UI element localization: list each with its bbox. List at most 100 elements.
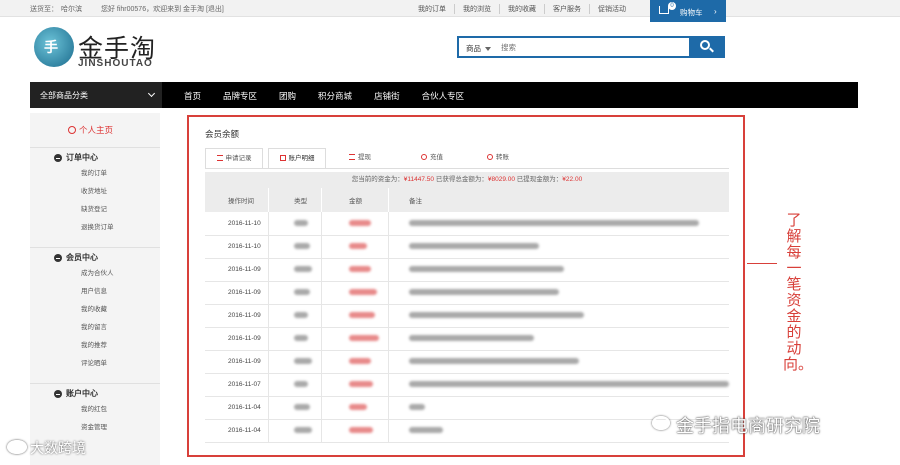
cell-time: 2016-11-09 — [205, 350, 270, 374]
table-row: 2016-11-09 — [205, 258, 729, 282]
minus-circle-icon — [54, 154, 62, 162]
list-icon — [216, 155, 223, 161]
tab-withdraw[interactable]: 提现 — [331, 148, 389, 168]
cell-time: 2016-11-09 — [205, 304, 270, 328]
cell-amount-redacted — [321, 258, 389, 282]
user-icon — [68, 126, 76, 134]
cell-amount-redacted — [321, 327, 389, 351]
tab-account-details[interactable]: 账户明细 — [268, 148, 326, 168]
balance-summary: 您当前的资金为：¥11447.50 已获得总金额为：¥8029.00 已提现金额… — [205, 172, 729, 188]
nav-item-brands[interactable]: 品牌专区 — [223, 90, 257, 102]
table-row: 2016-11-10 — [205, 235, 729, 259]
cell-type-redacted — [268, 212, 323, 236]
cell-type-redacted — [268, 373, 323, 397]
location-selector[interactable]: 哈尔滨 — [61, 6, 82, 13]
sidebar-item-become-partner[interactable]: 成为合伙人 — [30, 265, 160, 283]
coin-icon — [421, 154, 427, 160]
cell-time: 2016-11-04 — [205, 396, 270, 420]
sidebar-section-title: 账户中心 — [66, 389, 98, 398]
sidebar-item-referrals[interactable]: 我的推荐 — [30, 337, 160, 355]
sidebar-section-title: 订单中心 — [66, 153, 98, 162]
sidebar-item-reviews[interactable]: 评论晒单 — [30, 355, 160, 373]
cell-note-redacted — [388, 304, 729, 328]
sidebar-item-user-info[interactable]: 用户信息 — [30, 283, 160, 301]
table-row: 2016-11-04 — [205, 419, 729, 443]
caret-down-icon — [485, 47, 491, 52]
search-button[interactable] — [689, 36, 725, 58]
current-balance: ¥11447.50 — [403, 176, 435, 183]
nav-item-home[interactable]: 首页 — [184, 90, 201, 102]
column-header-note: 备注 — [388, 188, 729, 212]
withdrawn-amount: ¥22.00 — [562, 176, 583, 183]
list-icon — [349, 154, 355, 160]
cell-time: 2016-11-10 — [205, 212, 270, 236]
top-link-history[interactable]: 我的浏览 — [463, 4, 500, 14]
cell-time: 2016-11-04 — [205, 419, 270, 443]
chevron-down-icon — [147, 89, 156, 98]
table-row: 2016-11-09 — [205, 281, 729, 305]
table-row: 2016-11-10 — [205, 212, 729, 236]
tab-recharge[interactable]: 充值 — [394, 148, 470, 168]
cell-type-redacted — [268, 258, 323, 282]
sidebar-item-red-packets[interactable]: 我的红包 — [30, 401, 160, 419]
sidebar-item-stockout[interactable]: 缺货登记 — [30, 201, 160, 219]
cell-amount-redacted — [321, 304, 389, 328]
cell-amount-redacted — [321, 281, 389, 305]
sidebar-item-addresses[interactable]: 收货地址 — [30, 183, 160, 201]
top-link-service[interactable]: 客户服务 — [553, 4, 590, 14]
table-row: 2016-11-09 — [205, 304, 729, 328]
top-link-promotions[interactable]: 促销活动 — [598, 4, 634, 14]
nav-item-shop-street[interactable]: 店铺街 — [374, 90, 400, 102]
cell-time: 2016-11-09 — [205, 258, 270, 282]
sidebar-home-link[interactable]: 个人主页 — [68, 124, 113, 136]
cell-type-redacted — [268, 281, 323, 305]
cell-time: 2016-11-07 — [205, 373, 270, 397]
tab-transfer[interactable]: 转账 — [460, 148, 536, 168]
cell-time: 2016-11-09 — [205, 281, 270, 305]
cell-note-redacted — [388, 373, 729, 397]
cell-type-redacted — [268, 327, 323, 351]
account-details-table: 操作时间 类型 金额 备注 2016-11-10 2016-11-10 2016-1… — [205, 188, 729, 443]
greeting-text[interactable]: 您好 fihr00576，欢迎来到 金手淘 [退出] — [101, 6, 224, 13]
member-balance-panel: 会员余额 申请记录 账户明细 提现 充值 转账 您当前的资金为：¥11447.5… — [187, 115, 745, 457]
search-category-select[interactable]: 商品 — [466, 43, 491, 54]
minus-circle-icon — [54, 254, 62, 262]
cell-note-redacted — [388, 235, 729, 259]
cell-type-redacted — [268, 396, 323, 420]
callout-text: 了解每一笔资金的动向。 — [783, 211, 814, 373]
cell-amount-redacted — [321, 373, 389, 397]
tab-apply-records[interactable]: 申请记录 — [205, 148, 263, 168]
chevron-right-icon: › — [714, 7, 717, 16]
cell-time: 2016-11-10 — [205, 235, 270, 259]
nav-item-group-buy[interactable]: 团购 — [279, 90, 296, 102]
nav-item-partner[interactable]: 合伙人专区 — [422, 90, 465, 102]
sidebar-item-funds[interactable]: 资金管理 — [30, 419, 160, 437]
watermark-right: 金手指电商研究院 — [676, 416, 820, 437]
cell-amount-redacted — [321, 212, 389, 236]
cell-note-redacted — [388, 258, 729, 282]
cell-type-redacted — [268, 350, 323, 374]
nav-item-points-mall[interactable]: 积分商城 — [318, 90, 352, 102]
main-nav: 全部商品分类 首页 品牌专区 团购 积分商城 店铺街 合伙人专区 — [30, 82, 858, 108]
top-link-orders[interactable]: 我的订单 — [418, 4, 455, 14]
sidebar-item-messages[interactable]: 我的留言 — [30, 319, 160, 337]
top-links: 我的订单 我的浏览 我的收藏 客户服务 促销活动 — [418, 4, 642, 14]
column-header-time: 操作时间 — [205, 188, 270, 212]
top-link-favorites[interactable]: 我的收藏 — [508, 4, 545, 14]
sidebar-section-account: 账户中心 我的红包 资金管理 — [30, 383, 160, 437]
sidebar-item-favorites[interactable]: 我的收藏 — [30, 301, 160, 319]
cell-type-redacted — [268, 304, 323, 328]
all-categories-menu[interactable]: 全部商品分类 — [30, 82, 162, 108]
cell-amount-redacted — [321, 419, 389, 443]
total-earned: ¥8029.00 — [487, 176, 515, 183]
sidebar-item-returns[interactable]: 退换货订单 — [30, 219, 160, 237]
cart-button[interactable]: 0 购物车 › — [650, 0, 726, 22]
cell-note-redacted — [388, 212, 729, 236]
sidebar-section-orders: 订单中心 我的订单 收货地址 缺货登记 退换货订单 — [30, 147, 160, 237]
site-logo[interactable]: 手 金手淘 JINSHOUTAO — [34, 27, 184, 77]
sidebar-item-my-orders[interactable]: 我的订单 — [30, 165, 160, 183]
cart-count-badge: 0 — [668, 2, 676, 10]
search-input[interactable] — [501, 40, 687, 54]
cell-note-redacted — [388, 281, 729, 305]
brand-icon — [7, 440, 27, 454]
